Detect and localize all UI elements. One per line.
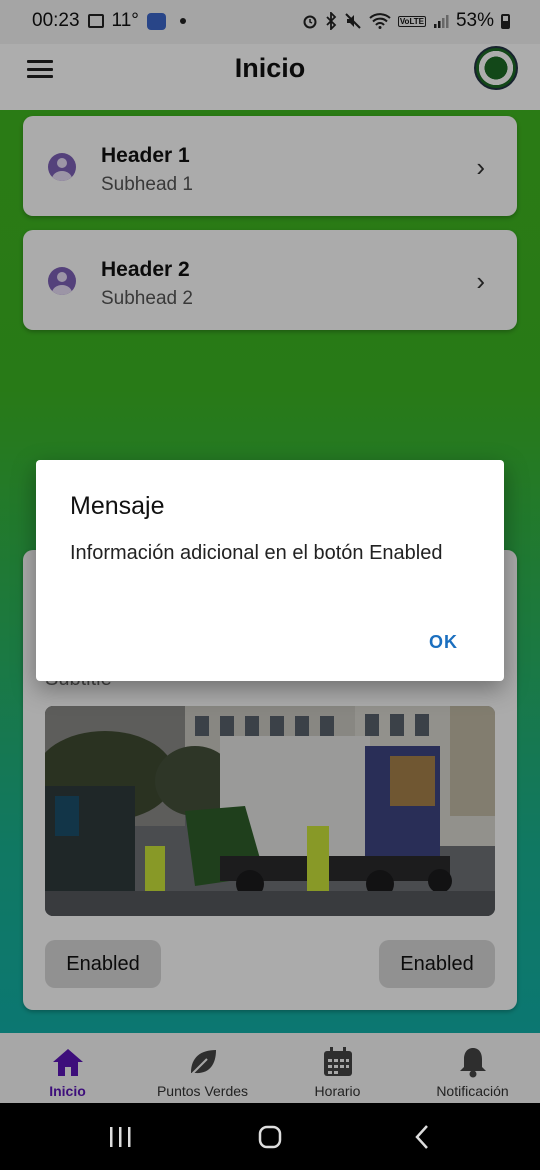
- alert-dialog: Mensaje Información adicional en el botó…: [36, 460, 504, 681]
- dialog-title: Mensaje: [70, 492, 165, 520]
- dialog-message: Información adicional en el botón Enable…: [70, 542, 443, 564]
- system-navigation-bar: [0, 1103, 540, 1170]
- back-icon[interactable]: [412, 1123, 432, 1151]
- recent-apps-icon[interactable]: [108, 1123, 132, 1151]
- dialog-ok-button[interactable]: OK: [429, 632, 458, 653]
- home-system-icon[interactable]: [257, 1123, 283, 1151]
